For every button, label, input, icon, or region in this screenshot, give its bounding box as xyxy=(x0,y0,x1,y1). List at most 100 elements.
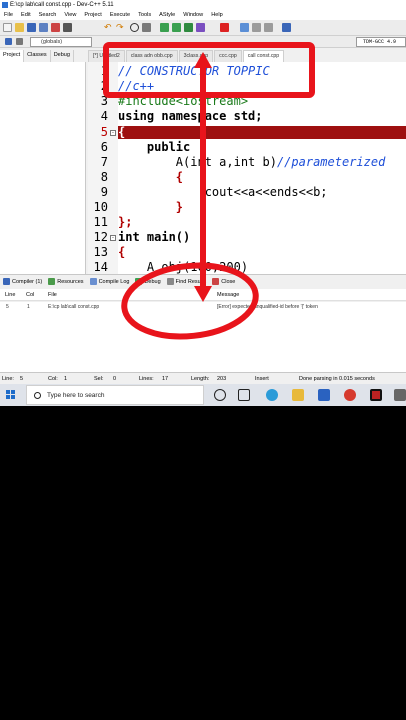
status-col-label: Col: xyxy=(48,376,58,382)
line-number: 12 xyxy=(93,230,108,244)
fold-toggle-icon[interactable]: - xyxy=(110,235,116,241)
status-bar: Line: 5 Col: 1 Sel: 0 Lines: 17 Length: … xyxy=(0,372,406,384)
menu-search[interactable]: Search xyxy=(35,12,61,18)
menu-window[interactable]: Window xyxy=(179,12,207,18)
title-bar: E:\cp lab\call const.cpp - Dev-C++ 5.11 xyxy=(0,0,406,10)
redo-icon[interactable]: ↷ xyxy=(116,23,125,32)
message-row[interactable]: 5 1 E:\cp lab\call const.cpp [Error] exp… xyxy=(0,302,406,312)
menu-view[interactable]: View xyxy=(60,12,80,18)
status-line: 5 xyxy=(20,376,24,382)
line-number: 2 xyxy=(100,79,108,93)
chrome-icon[interactable] xyxy=(344,389,356,401)
code-line: { xyxy=(118,245,126,259)
code-line: public xyxy=(118,140,191,154)
replace-icon[interactable] xyxy=(142,23,151,32)
error-line-highlight xyxy=(118,126,406,139)
tab-compiler[interactable]: Compiler (1) xyxy=(0,278,45,285)
project-icon[interactable] xyxy=(5,38,12,45)
code-editor[interactable]: 1 2 3 4 5 6 7 8 9 10 11 12 13 14 - - // … xyxy=(88,62,406,274)
class-browser-icon[interactable] xyxy=(16,38,23,45)
unindent-icon[interactable] xyxy=(264,23,273,32)
tab-label: Debug xyxy=(144,278,161,285)
menu-execute[interactable]: Execute xyxy=(106,12,134,18)
project-panel xyxy=(0,62,86,274)
devcpp-taskbar-icon[interactable] xyxy=(370,389,382,401)
code-line: } xyxy=(118,200,184,214)
cortana-icon[interactable] xyxy=(214,389,226,401)
taskbar-search-input[interactable]: Type here to search xyxy=(26,385,204,405)
save-all-icon[interactable] xyxy=(39,23,48,32)
compile-run-icon[interactable] xyxy=(184,23,193,32)
compile-log-icon xyxy=(89,278,97,285)
tab-ccc[interactable]: ccc.cpp xyxy=(214,50,242,62)
tab-classes[interactable]: Classes xyxy=(24,50,51,62)
tab-call-const[interactable]: call const.cpp xyxy=(242,50,285,62)
tab-label: Close xyxy=(221,278,236,285)
compiler-combo[interactable]: TDM-GCC 4.9 xyxy=(356,37,406,47)
undo-icon[interactable]: ↶ xyxy=(104,23,113,32)
status-sel: 0 xyxy=(113,376,117,382)
msg-line: 5 xyxy=(6,304,9,310)
menu-file[interactable]: File xyxy=(0,12,17,18)
tab-project[interactable]: Project xyxy=(0,50,25,62)
stop-icon[interactable] xyxy=(220,23,229,32)
compile-icon[interactable] xyxy=(160,23,169,32)
menu-edit[interactable]: Edit xyxy=(17,12,35,18)
tab-resources[interactable]: Resources xyxy=(45,278,86,285)
app-taskbar-icon[interactable] xyxy=(394,389,406,401)
tab-3class[interactable]: 3class.cpp xyxy=(178,50,214,62)
menu-tools[interactable]: Tools xyxy=(134,12,155,18)
edge-browser-icon[interactable] xyxy=(266,389,278,401)
close-file-icon[interactable] xyxy=(51,23,60,32)
line-number: 4 xyxy=(100,109,108,123)
new-file-icon[interactable] xyxy=(3,23,12,32)
tab-compile-log[interactable]: Compile Log xyxy=(87,278,133,285)
fold-toggle-icon[interactable]: - xyxy=(110,130,116,136)
indent-icon[interactable] xyxy=(252,23,261,32)
run-icon[interactable] xyxy=(172,23,181,32)
header-line: Line xyxy=(5,292,16,298)
tab-label: Resources xyxy=(57,278,84,285)
debug-check-icon xyxy=(135,278,143,285)
rebuild-icon[interactable] xyxy=(196,23,205,32)
tab-debug[interactable]: Debug xyxy=(51,50,74,62)
tab-debug-output[interactable]: Debug xyxy=(132,278,163,285)
tab-class-adn-obb[interactable]: class adn obb.cpp xyxy=(125,50,178,62)
code-comment: //parameterized xyxy=(276,155,386,169)
windows-start-icon[interactable] xyxy=(6,390,16,400)
editor-tabs: [*] Untitled2 class adn obb.cpp 3class.c… xyxy=(88,50,406,62)
code-line: //c++ xyxy=(118,79,155,93)
screen: E:\cp lab\call const.cpp - Dev-C++ 5.11 … xyxy=(0,0,406,406)
open-folder-icon[interactable] xyxy=(15,23,24,32)
compiler-icon xyxy=(3,278,10,285)
tab-close[interactable]: Close xyxy=(209,278,238,285)
windows-logo-part xyxy=(11,395,15,399)
scope-combo[interactable]: (globals) xyxy=(30,37,92,47)
line-number: 3 xyxy=(100,94,108,108)
close-icon xyxy=(212,278,220,285)
task-view-icon[interactable] xyxy=(238,389,250,401)
find-icon[interactable] xyxy=(130,23,139,32)
code-line: A obj(100,200) xyxy=(118,260,249,274)
file-explorer-icon[interactable] xyxy=(292,389,304,401)
menu-astyle[interactable]: AStyle xyxy=(155,12,179,18)
menu-project[interactable]: Project xyxy=(80,12,105,18)
store-icon[interactable] xyxy=(318,389,330,401)
tab-untitled2[interactable]: [*] Untitled2 xyxy=(88,50,125,62)
code-line: #include<iostream> xyxy=(118,94,249,108)
save-icon[interactable] xyxy=(27,23,36,32)
tab-label: Compiler (1) xyxy=(12,278,43,285)
code-line: { xyxy=(118,170,184,184)
grid-icon[interactable] xyxy=(240,23,249,32)
bookmark-icon[interactable] xyxy=(282,23,291,32)
code-line: using namespace std; xyxy=(118,109,263,123)
menu-bar: File Edit Search View Project Execute To… xyxy=(0,10,406,20)
line-number: 5 xyxy=(100,125,108,139)
print-icon[interactable] xyxy=(63,23,72,32)
menu-help[interactable]: Help xyxy=(207,12,227,18)
msg-col: 1 xyxy=(27,304,30,310)
messages-header: Line Col File Message xyxy=(0,289,406,301)
status-line-label: Line: xyxy=(2,376,14,382)
tab-find-results[interactable]: Find Results xyxy=(164,278,210,285)
status-col: 1 xyxy=(64,376,68,382)
